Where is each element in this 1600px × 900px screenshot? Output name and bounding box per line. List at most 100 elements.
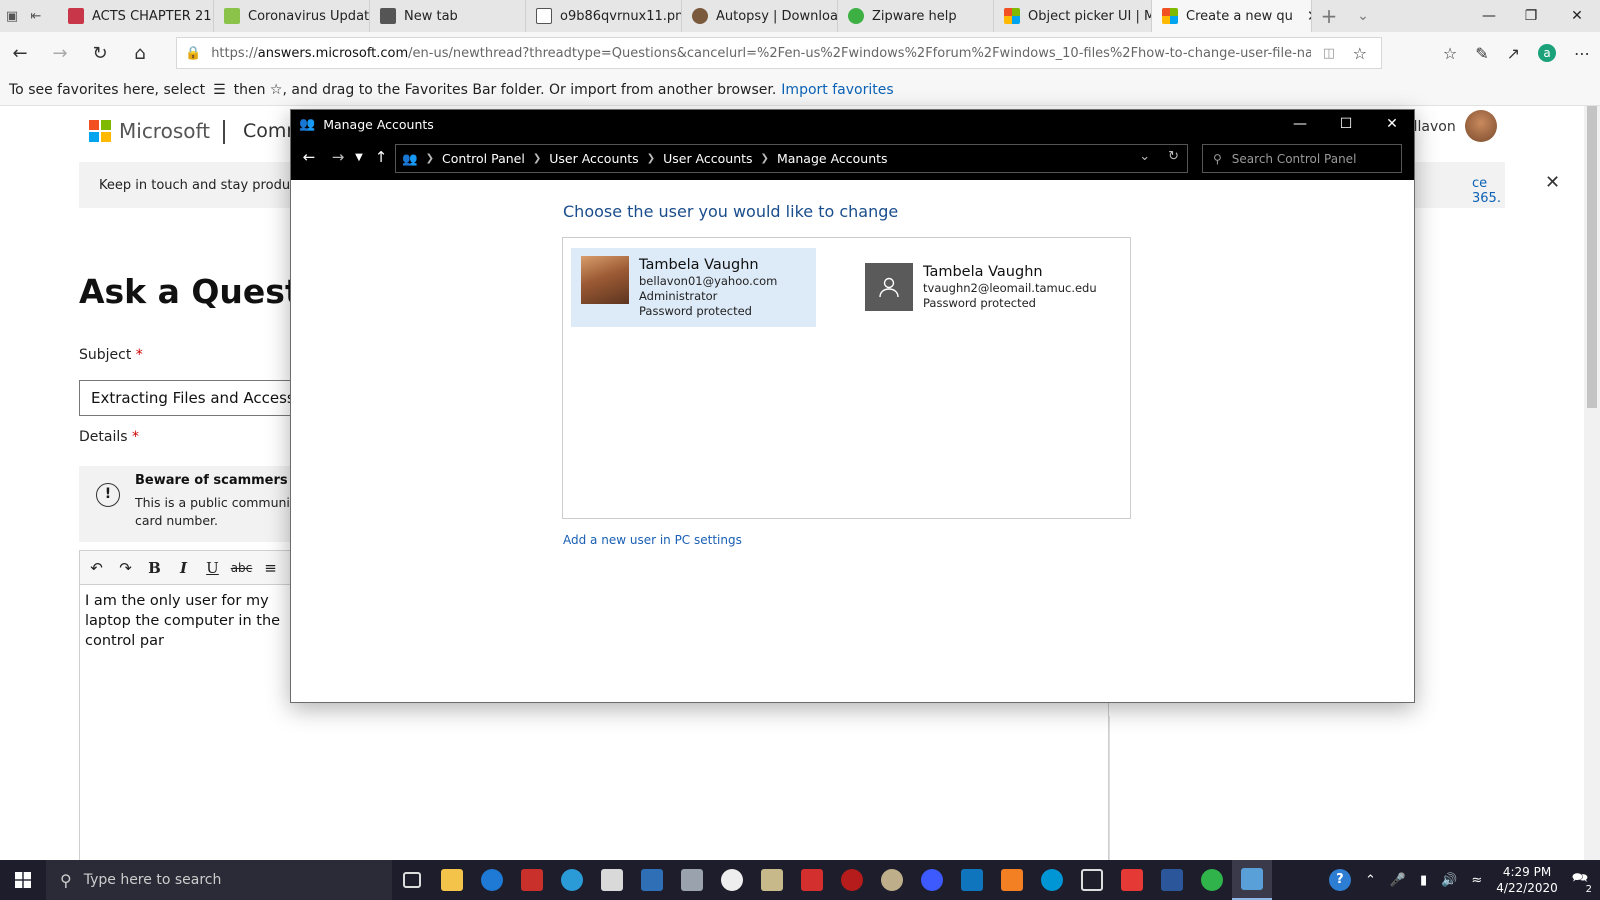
tab-actions-icon[interactable]: ▣ xyxy=(0,0,24,32)
new-tab-button[interactable]: + xyxy=(1312,4,1346,28)
users-icon: 👥 xyxy=(299,116,316,132)
wifi-icon[interactable]: ≈ xyxy=(1471,873,1482,888)
tab-create-question[interactable]: Create a new qu ✕ xyxy=(1152,0,1312,32)
add-user-link[interactable]: Add a new user in PC settings xyxy=(563,533,742,547)
close-window-icon[interactable]: ✕ xyxy=(1369,110,1415,138)
moon-icon[interactable] xyxy=(872,860,912,900)
calculator-icon[interactable] xyxy=(592,860,632,900)
tabs-aside-icon[interactable]: ⇤ xyxy=(24,0,48,32)
italic-icon[interactable]: I xyxy=(171,556,196,580)
breadcrumb-user-accounts[interactable]: User Accounts xyxy=(549,151,638,166)
favorite-star-icon[interactable]: ☆ xyxy=(1353,44,1367,63)
printer-icon[interactable] xyxy=(752,860,792,900)
r-app-icon[interactable] xyxy=(792,860,832,900)
banner-link[interactable]: ce 365. xyxy=(1472,176,1505,206)
more-menu-icon[interactable]: ⋯ xyxy=(1574,44,1590,63)
scrollbar-thumb[interactable] xyxy=(1587,106,1597,408)
chevron-up-icon[interactable]: ⌃ xyxy=(1365,873,1376,888)
extension-icon[interactable]: a xyxy=(1538,44,1556,62)
tab-coronavirus[interactable]: Coronavirus Update xyxy=(214,0,370,32)
breadcrumb-user-accounts-sub[interactable]: User Accounts xyxy=(663,151,752,166)
chevron-down-icon[interactable]: ⌄ xyxy=(1139,149,1150,164)
forward-icon[interactable]: → xyxy=(328,148,348,166)
volume-icon[interactable]: 🔊 xyxy=(1441,873,1457,888)
tab-object-picker[interactable]: Object picker UI | Mi xyxy=(994,0,1152,32)
remote-app-icon[interactable] xyxy=(912,860,952,900)
edge-icon[interactable] xyxy=(472,860,512,900)
refresh-icon[interactable]: ↻ xyxy=(80,32,120,74)
tab-new-tab[interactable]: New tab xyxy=(370,0,526,32)
back-icon[interactable]: ← xyxy=(0,32,40,74)
breadcrumb-control-panel[interactable]: Control Panel xyxy=(442,151,525,166)
tab-zipware[interactable]: Zipware help xyxy=(838,0,994,32)
battery-icon[interactable]: ▮ xyxy=(1420,873,1427,888)
close-icon[interactable]: ✕ xyxy=(1545,172,1560,193)
plus-app-icon[interactable] xyxy=(1192,860,1232,900)
pdf-icon[interactable] xyxy=(512,860,552,900)
minimize-icon[interactable]: — xyxy=(1277,110,1323,138)
cube-icon[interactable] xyxy=(1072,860,1112,900)
scanner-icon[interactable] xyxy=(672,860,712,900)
window-title-bar[interactable]: 👥 Manage Accounts — ☐ ✕ xyxy=(291,110,1414,138)
notifications-icon[interactable]: 🗪 2 xyxy=(1572,869,1592,895)
hp-icon[interactable] xyxy=(1032,860,1072,900)
terminal-icon[interactable] xyxy=(952,860,992,900)
redo-icon[interactable]: ↷ xyxy=(113,556,138,580)
subject-input[interactable]: Extracting Files and Accessing xyxy=(79,380,319,416)
taskbar-search-input[interactable]: ⚲ Type here to search xyxy=(46,860,392,900)
tab-autopsy[interactable]: Autopsy | Download xyxy=(682,0,838,32)
microphone-icon[interactable]: 🎤 xyxy=(1390,873,1406,888)
favorites-hub-icon[interactable]: ☆ xyxy=(1443,44,1457,63)
url-input[interactable]: 🔒 https://answers.microsoft.com/en-us/ne… xyxy=(176,37,1382,69)
editor-content[interactable]: I am the only user for my laptop the com… xyxy=(80,585,290,657)
up-icon[interactable]: ↑ xyxy=(371,148,391,166)
breadcrumb[interactable]: 👥 ❯ Control Panel ❯ User Accounts ❯ User… xyxy=(395,144,1188,173)
tab-preview-chevron-icon[interactable]: ⌄ xyxy=(1346,8,1380,24)
column-divider xyxy=(1109,716,1110,860)
search-input[interactable]: ⚲ Search Control Panel xyxy=(1202,144,1402,173)
start-button[interactable] xyxy=(0,860,46,900)
user-card-standard[interactable]: Tambela Vaughn tvaughn2@leomail.tamuc.ed… xyxy=(855,255,1107,319)
restore-icon[interactable]: ❐ xyxy=(1508,0,1554,32)
avatar[interactable] xyxy=(1465,110,1497,142)
maximize-icon[interactable]: ☐ xyxy=(1323,110,1369,138)
header-divider xyxy=(223,120,225,144)
word-icon[interactable] xyxy=(1152,860,1192,900)
media-app-icon[interactable] xyxy=(1112,860,1152,900)
underline-icon[interactable]: U xyxy=(200,556,225,580)
share-icon[interactable]: ↗ xyxy=(1507,44,1520,63)
align-icon[interactable]: ≡ xyxy=(258,556,283,580)
red-shield-icon[interactable] xyxy=(832,860,872,900)
page-scrollbar[interactable] xyxy=(1584,106,1600,860)
strikethrough-icon[interactable]: abc xyxy=(229,556,254,580)
reading-view-icon[interactable]: ◫ xyxy=(1323,46,1335,61)
taskbar: ⚲ Type here to search ? ⌃ 🎤 ▮ 🔊 ≈ 4:29 P… xyxy=(0,860,1600,900)
settings-gear-icon[interactable] xyxy=(712,860,752,900)
file-explorer-icon[interactable] xyxy=(432,860,472,900)
help-icon[interactable]: ? xyxy=(1328,869,1351,891)
close-window-icon[interactable]: ✕ xyxy=(1554,0,1600,32)
microsoft-logo[interactable]: Microsoft xyxy=(89,119,210,143)
refresh-icon[interactable]: ↻ xyxy=(1168,149,1179,164)
bold-icon[interactable]: B xyxy=(142,556,167,580)
users-icon: 👥 xyxy=(402,150,418,166)
back-icon[interactable]: ← xyxy=(299,148,319,166)
home-icon[interactable]: ⌂ xyxy=(120,32,160,74)
recent-locations-chevron-icon[interactable]: ▼ xyxy=(349,152,369,163)
url-host: answers.microsoft.com xyxy=(257,45,409,61)
breadcrumb-manage-accounts[interactable]: Manage Accounts xyxy=(777,151,888,166)
control-panel-icon[interactable] xyxy=(1232,860,1272,900)
forward-icon[interactable]: → xyxy=(40,32,80,74)
task-view-icon[interactable] xyxy=(392,860,432,900)
photos-app-icon[interactable] xyxy=(632,860,672,900)
stack-icon[interactable] xyxy=(992,860,1032,900)
clock[interactable]: 4:29 PM 4/22/2020 xyxy=(1496,864,1558,896)
tab-png-file[interactable]: o9b86qvrnux11.png xyxy=(526,0,682,32)
tab-acts-chapter[interactable]: ACTS CHAPTER 21 K xyxy=(58,0,214,32)
undo-icon[interactable]: ↶ xyxy=(84,556,109,580)
pen-notes-icon[interactable]: ✎ xyxy=(1475,44,1488,63)
import-favorites-link[interactable]: Import favorites xyxy=(781,82,893,98)
user-card-admin[interactable]: Tambela Vaughn bellavon01@yahoo.com Admi… xyxy=(571,248,816,327)
minimize-icon[interactable]: — xyxy=(1466,0,1512,32)
c-app-icon[interactable] xyxy=(552,860,592,900)
